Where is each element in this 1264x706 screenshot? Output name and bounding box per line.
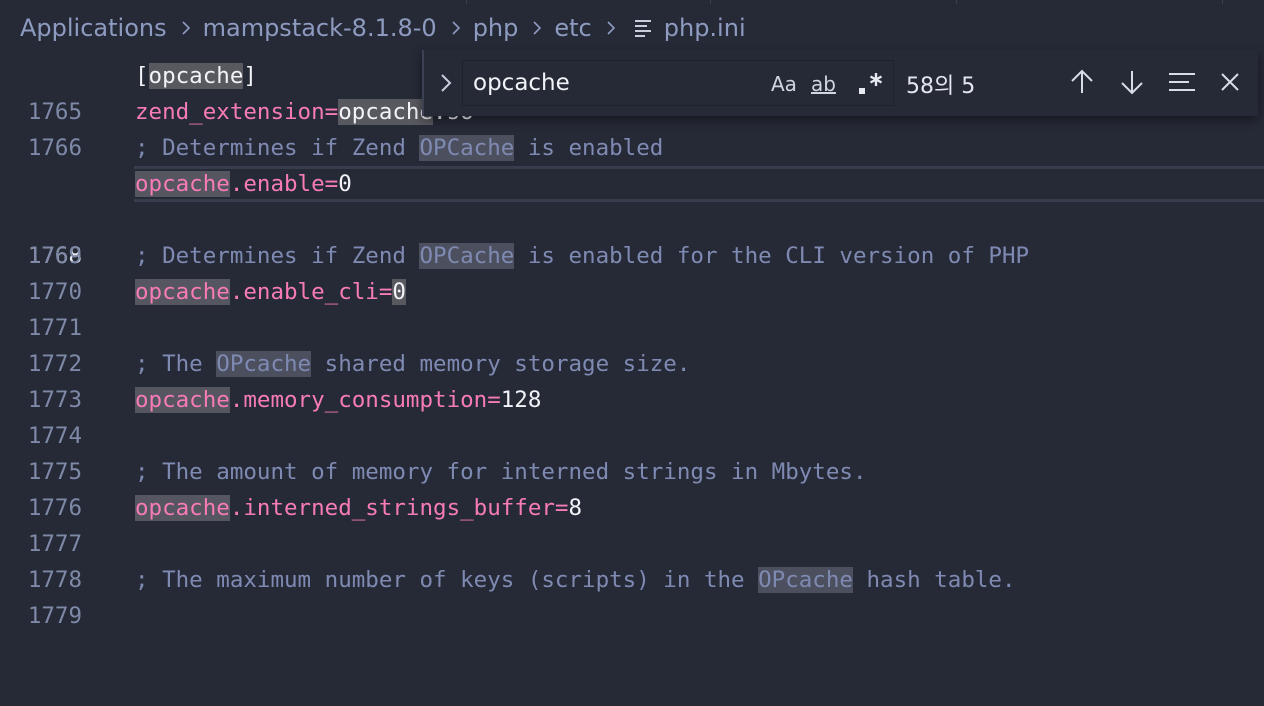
match-count: 58의 5 bbox=[906, 74, 976, 99]
next-match-button[interactable] bbox=[1116, 66, 1148, 98]
find-input[interactable] bbox=[473, 67, 753, 99]
code-line: 1776 ; The amount of memory for interned… bbox=[0, 454, 1264, 521]
chevron-right-icon bbox=[179, 21, 193, 35]
code-line: 1779 ; The maximum number of keys (scrip… bbox=[0, 562, 1264, 629]
search-match: OPCache bbox=[419, 135, 515, 161]
line-content: ; The OPcache shared memory storage size… bbox=[135, 351, 691, 377]
search-match: opcache bbox=[135, 495, 230, 521]
search-match: opcache bbox=[135, 171, 230, 197]
breadcrumb: Applications mampstack-8.1.8-0 php etc p… bbox=[0, 0, 1264, 56]
search-match: opcache bbox=[338, 99, 434, 125]
code-line: 1775 bbox=[0, 418, 1264, 485]
arrow-down-icon bbox=[1121, 71, 1143, 95]
code-line: 1770 ; Determines if Zend OPCache is ena… bbox=[0, 238, 1264, 305]
search-match: opcache bbox=[135, 279, 230, 305]
line-content: opcache.memory_consumption=128 bbox=[135, 387, 542, 413]
code-line: 1769 bbox=[0, 202, 1264, 269]
tab-divider bbox=[466, 0, 467, 4]
regex-icon bbox=[859, 73, 883, 94]
code-line: 1767 ; Determines if Zend OPCache is ena… bbox=[0, 130, 1264, 197]
breadcrumb-item-applications[interactable]: Applications bbox=[20, 14, 167, 42]
line-content: opcache.enable=0 bbox=[135, 171, 352, 197]
regex-button[interactable] bbox=[855, 69, 887, 99]
chevron-right-icon bbox=[530, 21, 544, 35]
line-content: opcache.interned_strings_buffer=8 bbox=[135, 495, 583, 521]
line-content: ; Determines if Zend OPCache is enabled … bbox=[135, 243, 1030, 269]
code-line: 1773 ; The OPcache shared memory storage… bbox=[0, 346, 1264, 413]
find-input-box: Aa ab bbox=[462, 60, 894, 106]
search-match: OPcache bbox=[216, 351, 312, 377]
line-content: ; The maximum number of keys (scripts) i… bbox=[135, 567, 1016, 593]
tab-divider bbox=[710, 0, 711, 4]
find-in-selection-button[interactable] bbox=[1166, 66, 1198, 98]
tab-divider bbox=[1222, 0, 1223, 4]
code-line: 1774 opcache.memory_consumption=128 bbox=[0, 382, 1264, 449]
code-line: 1772 bbox=[0, 310, 1264, 377]
code-editor[interactable]: 1765 [opcache] 1766 zend_extension=opcac… bbox=[0, 56, 1264, 629]
code-line: 1777 opcache.interned_strings_buffer=8 bbox=[0, 490, 1264, 557]
close-icon bbox=[1221, 73, 1239, 91]
close-find-button[interactable] bbox=[1214, 66, 1246, 98]
breadcrumb-item-php[interactable]: php bbox=[473, 14, 519, 42]
search-match: OPCache bbox=[419, 243, 515, 269]
tab-divider bbox=[956, 0, 957, 4]
file-lines-icon bbox=[632, 17, 654, 39]
code-line-current: 1768 opcache.enable=0 bbox=[0, 166, 1264, 269]
line-content: opcache.enable_cli=0 bbox=[135, 279, 406, 305]
line-content: ; The amount of memory for interned stri… bbox=[135, 459, 867, 485]
search-match: opcache bbox=[135, 387, 230, 413]
chevron-right-icon bbox=[441, 74, 452, 92]
search-match: opcache bbox=[148, 63, 244, 89]
previous-match-button[interactable] bbox=[1066, 66, 1098, 98]
search-match: OPcache bbox=[758, 567, 853, 593]
whole-word-button[interactable]: ab bbox=[811, 69, 845, 99]
chevron-right-icon bbox=[449, 21, 463, 35]
code-line: 1771 opcache.enable_cli=0 bbox=[0, 274, 1264, 341]
chevron-right-icon bbox=[604, 21, 618, 35]
breadcrumb-item-etc[interactable]: etc bbox=[554, 14, 591, 42]
code-line: 1778 bbox=[0, 526, 1264, 593]
arrow-up-icon bbox=[1071, 69, 1093, 93]
line-content: ; Determines if Zend OPCache is enabled bbox=[135, 135, 664, 161]
line-content: [opcache] bbox=[135, 63, 257, 89]
find-widget: Aa ab 58의 5 bbox=[422, 50, 1258, 116]
line-number: 1779 bbox=[27, 603, 82, 629]
breadcrumb-item-mampstack[interactable]: mampstack-8.1.8-0 bbox=[203, 14, 437, 42]
lines-icon bbox=[1169, 73, 1195, 91]
toggle-replace-button[interactable] bbox=[434, 70, 458, 96]
match-case-button[interactable]: Aa bbox=[771, 69, 801, 99]
breadcrumb-item-file[interactable]: php.ini bbox=[664, 14, 746, 42]
